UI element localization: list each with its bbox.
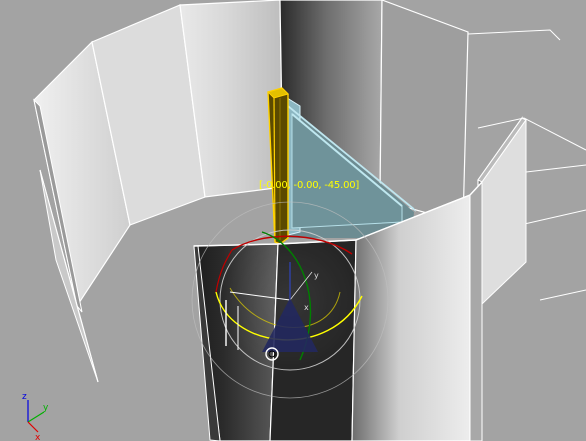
curved-wall-right[interactable] (477, 116, 527, 306)
tripod-x-axis (27, 421, 39, 433)
rotation-readout: [-0.00, -0.00, -45.00] (259, 180, 360, 191)
gizmo-y-label: y (314, 271, 319, 280)
axis-tripod: z y x (22, 392, 49, 441)
tripod-y-label: y (43, 403, 49, 413)
tripod-y-axis (27, 411, 45, 423)
perspective-viewport[interactable]: y x z y x [-0.00, -0.00, -45.00] (0, 0, 586, 441)
tripod-z-label: z (22, 392, 27, 402)
gizmo-x-label: x (304, 303, 309, 312)
scene-canvas[interactable]: y x z y x (0, 0, 586, 441)
tripod-x-label: x (35, 433, 41, 441)
door-frame-selected[interactable] (267, 87, 289, 245)
